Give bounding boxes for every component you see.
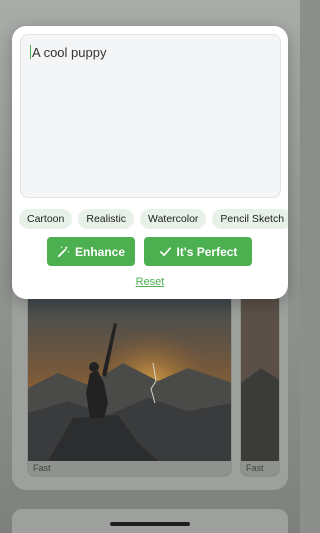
its-perfect-button[interactable]: It's Perfect [144,237,252,266]
enhance-label: Enhance [74,244,125,259]
magic-wand-icon [57,245,70,258]
check-icon [159,245,172,258]
warrior-artwork-image [28,293,231,476]
prompt-dialog: A cool puppy Cartoon Realistic Watercolor P… [12,26,288,299]
prompt-input[interactable]: A cool puppy [20,34,281,198]
result-image-card: Fast [240,292,280,477]
speed-label: Fast [33,463,51,473]
result-image-card: Fast [27,292,232,477]
chip-watercolor[interactable]: Watercolor [140,209,207,229]
reset-link[interactable]: Reset [12,276,288,288]
prompt-text[interactable]: A cool puppy [30,45,106,60]
chip-cartoon[interactable]: Cartoon [19,209,73,229]
style-chip-row: Cartoon Realistic Watercolor Pencil Sketch [19,209,288,233]
bottom-card [12,509,288,533]
chip-pencil-sketch[interactable]: Pencil Sketch [212,209,288,229]
enhance-button[interactable]: Enhance [47,237,135,266]
chip-realistic[interactable]: Realistic [78,209,135,229]
its-perfect-label: It's Perfect [176,244,238,259]
speed-label: Fast [246,463,264,473]
home-indicator [110,522,190,526]
artwork-image [241,293,279,476]
